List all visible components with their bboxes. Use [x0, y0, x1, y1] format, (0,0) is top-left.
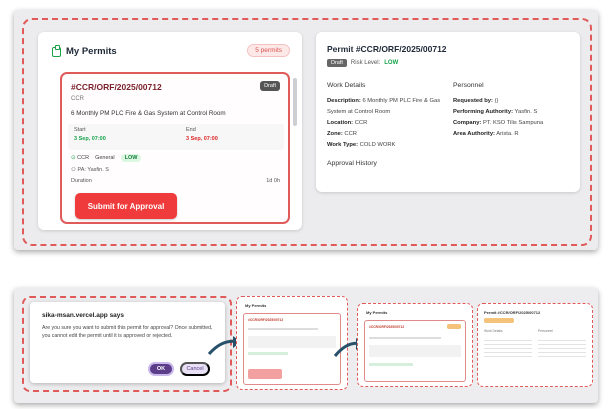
- location-row: Location: CCR: [327, 120, 368, 126]
- company-row: Company: PT. KSO Tilis Sampuna: [453, 120, 544, 126]
- duration-label: Duration: [71, 178, 92, 184]
- permit-list-item[interactable]: #CCR/ORF/2025/00712 Draft CCR 6 Monthly …: [60, 72, 290, 224]
- risk-level-value: LOW: [384, 60, 399, 66]
- risk-tag: LOW: [120, 154, 142, 162]
- duration-row: Duration 1d 0h: [71, 178, 280, 184]
- personnel-details: Requested by: () Performing Authority: Y…: [453, 96, 577, 140]
- user-icon: ⚇: [71, 167, 76, 173]
- mini-permit-card: #CCR/ORF/2025/00712: [364, 320, 466, 382]
- work-type-row: Work Type: COLD WORK: [327, 142, 396, 148]
- description-row: Description: 6 Monthly PM PLC Fire & Gas…: [327, 98, 441, 115]
- work-details-heading: Work Details: [327, 82, 366, 89]
- permit-dates: Start 3 Sep, 07:00 End 3 Sep, 07:00: [68, 124, 284, 150]
- dialog-highlight-outline: [22, 296, 232, 392]
- end-value: 3 Sep, 07:00: [186, 136, 218, 142]
- mini-permit-number: #CCR/ORF/2025/00712: [369, 325, 405, 329]
- mini-title: My Permits: [245, 303, 267, 308]
- mini-detail-title: Permit #CCR/ORF/2025/00712: [484, 310, 541, 315]
- permit-description: 6 Monthly PM PLC Fire & Gas System at Co…: [71, 110, 226, 117]
- mini-screenshot-submitted: My Permits #CCR/ORF/2025/00712: [357, 303, 473, 387]
- personnel-heading: Personnel: [453, 82, 484, 89]
- detail-status-badge: Draft: [327, 59, 347, 67]
- scrollbar[interactable]: [293, 78, 297, 126]
- submit-for-approval-button[interactable]: Submit for Approval: [75, 193, 177, 219]
- permit-number: #CCR/ORF/2025/00712: [71, 82, 162, 92]
- zone-tag: ⊙ CCR: [71, 155, 90, 161]
- permits-count-badge: 5 permits: [247, 44, 290, 57]
- work-details: Description: 6 Monthly PM PLC Fire & Gas…: [327, 96, 449, 151]
- end-label: End: [186, 127, 196, 133]
- mini-title: My Permits: [366, 310, 388, 315]
- zone-row: Zone: CCR: [327, 131, 357, 137]
- approval-history-heading: Approval History: [327, 160, 377, 167]
- clipboard-icon: [52, 44, 61, 57]
- performing-authority: ⚇ PA: Yasfin. S: [71, 167, 109, 173]
- requested-by-row: Requested by: (): [453, 98, 499, 104]
- duration-value: 1d 0h: [266, 178, 280, 184]
- my-permits-header: My Permits: [52, 44, 117, 57]
- mini-screenshot-detail: Permit #CCR/ORF/2025/00712 Work Details …: [477, 303, 593, 387]
- detail-title: Permit #CCR/ORF/2025/00712: [327, 44, 447, 54]
- work-type-tag: General: [95, 155, 115, 161]
- mini-work-details: Work Details: [484, 329, 503, 333]
- performing-authority-row: Performing Authority: Yasfin. S: [453, 109, 538, 115]
- permit-zone: CCR: [71, 96, 84, 102]
- my-permits-title: My Permits: [66, 46, 117, 57]
- permit-detail-card: Permit #CCR/ORF/2025/00712 Draft Risk Le…: [316, 32, 580, 192]
- mini-permit-number: #CCR/ORF/2025/00712: [248, 318, 284, 322]
- mini-personnel: Personnel: [538, 329, 553, 333]
- mini-permit-card: #CCR/ORF/2025/00712: [243, 313, 341, 385]
- screenshot-collage: My Permits 5 permits #CCR/ORF/2025/00712…: [0, 0, 608, 409]
- start-value: 3 Sep, 07:00: [74, 136, 106, 142]
- status-badge: Draft: [260, 81, 280, 91]
- my-permits-card: My Permits 5 permits #CCR/ORF/2025/00712…: [38, 32, 302, 230]
- detail-status-row: Draft Risk Level: LOW: [327, 59, 398, 67]
- location-pin-icon: ⊙: [71, 155, 76, 161]
- risk-level-label: Risk Level:: [350, 60, 381, 66]
- area-authority-row: Area Authority: Arista. R: [453, 131, 519, 137]
- start-label: Start: [74, 127, 86, 133]
- mini-submit-button: [248, 369, 282, 379]
- permit-tags: ⊙ CCR General LOW: [71, 154, 142, 162]
